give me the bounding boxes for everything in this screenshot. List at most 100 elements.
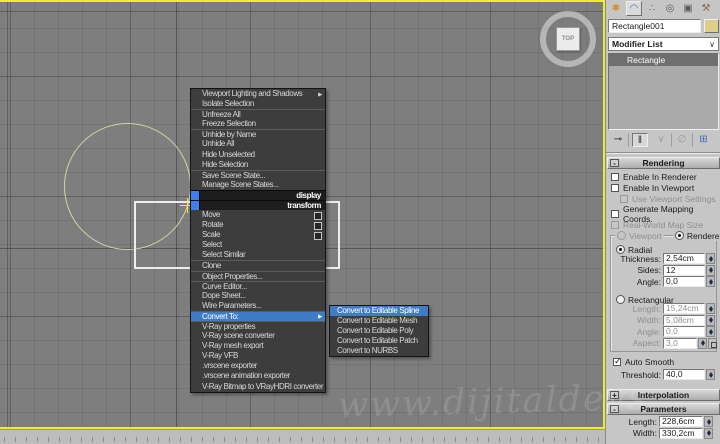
value-input[interactable]: 5,08cm xyxy=(663,315,705,326)
pivot-axis-icon xyxy=(187,198,188,213)
value-input[interactable]: 40,0 xyxy=(663,369,705,380)
make-unique-icon[interactable]: ∨ xyxy=(651,133,672,147)
value-input[interactable]: 12 xyxy=(663,265,705,276)
submenu-item-convert-to-editable-patch[interactable]: Convert to Editable Patch xyxy=(330,336,428,346)
menu-item-clone[interactable]: Clone xyxy=(191,260,325,270)
modifier-list-dropdown[interactable]: Modifier List ∨ xyxy=(608,37,719,51)
checkbox-generate-mapping-coords[interactable]: Generate Mapping Coords. xyxy=(611,208,720,219)
menu-item-curve-editor[interactable]: Curve Editor... xyxy=(191,281,325,291)
spinner-icon[interactable] xyxy=(706,369,715,380)
radial-fields: Thickness: 2,54cm Sides: 12 Angle: 0,0 xyxy=(606,253,720,288)
value-input[interactable]: 0,0 xyxy=(663,276,705,287)
spinner-icon[interactable] xyxy=(706,315,715,326)
tab-display[interactable]: ▣ xyxy=(680,1,696,16)
menu-item-select[interactable]: Select xyxy=(191,240,325,250)
show-end-result-icon[interactable]: ‖ xyxy=(632,133,648,147)
value-input[interactable]: 228,6cm xyxy=(659,416,703,427)
value-input[interactable]: 3,0 xyxy=(663,338,697,349)
remove-modifier-icon[interactable]: ∅ xyxy=(672,133,693,147)
spinner-icon[interactable] xyxy=(706,265,715,276)
menu-item-unhide-by-name[interactable]: Unhide by Name xyxy=(191,129,325,139)
tab-hierarchy[interactable]: ∴ xyxy=(644,1,660,16)
menu-item-vray-mesh-export[interactable]: V-Ray mesh export xyxy=(191,341,325,351)
submenu-item-convert-to-nurbs[interactable]: Convert to NURBS xyxy=(330,346,428,356)
collapse-icon[interactable]: - xyxy=(610,159,619,167)
tab-modify[interactable]: ◠ xyxy=(626,1,642,16)
checkbox-box-icon xyxy=(611,221,619,229)
checkbox-box-icon xyxy=(611,173,619,181)
tab-utilities[interactable]: ⚒ xyxy=(698,1,714,16)
checkbox-auto-smooth[interactable]: Auto Smooth xyxy=(613,356,674,367)
spinner-icon[interactable] xyxy=(704,428,713,439)
viewcube-top-face[interactable]: TOP xyxy=(556,27,580,51)
object-name-field[interactable]: Rectangle001 xyxy=(608,19,701,33)
checkbox-use-viewport-settings[interactable]: Use Viewport Settings xyxy=(620,193,720,204)
submenu-item-convert-to-editable-poly[interactable]: Convert to Editable Poly xyxy=(330,326,428,336)
menu-item-isolate-selection[interactable]: Isolate Selection xyxy=(191,99,325,109)
value-input[interactable]: 0,0 xyxy=(663,326,705,337)
stack-row-rectangle[interactable]: Rectangle xyxy=(609,54,718,66)
menu-item-hide-unselected[interactable]: Hide Unselected xyxy=(191,150,325,160)
menu-item-vray-bitmap-to-vrayhdri-converter[interactable]: V-Ray Bitmap to VRayHDRI converter xyxy=(191,382,325,392)
field-sides: Sides: 12 xyxy=(606,265,720,277)
menu-item-wire-parameters[interactable]: Wire Parameters... xyxy=(191,301,325,311)
menu-item-vrscene-exporter[interactable]: .vrscene exporter xyxy=(191,361,325,371)
menu-item-convert-to[interactable]: Convert To: xyxy=(191,311,325,321)
field-rect-length: Length: 15,24cm xyxy=(606,303,720,315)
menu-item-unfreeze-all[interactable]: Unfreeze All xyxy=(191,109,325,119)
menu-item-vray-scene-converter[interactable]: V-Ray scene converter xyxy=(191,331,325,341)
spinner-icon[interactable] xyxy=(706,303,715,314)
command-panel-tabs: ✱◠∴◎▣⚒ xyxy=(608,1,714,17)
pin-stack-icon[interactable]: ⊸ xyxy=(608,133,629,147)
menu-item-vray-properties[interactable]: V-Ray properties xyxy=(191,321,325,331)
quad-header-display[interactable]: display xyxy=(191,190,325,200)
menu-item-unhide-all[interactable]: Unhide All xyxy=(191,139,325,149)
configure-modifier-sets-icon[interactable]: ⊞ xyxy=(693,133,714,147)
quad-context-menu: Viewport Lighting and Shadows Isolate Se… xyxy=(190,88,326,393)
menu-item-hide-selection[interactable]: Hide Selection xyxy=(191,160,325,170)
menu-item-object-properties[interactable]: Object Properties... xyxy=(191,271,325,281)
checkbox-box-icon xyxy=(613,358,621,366)
menu-item-rotate[interactable]: Rotate xyxy=(191,220,325,230)
menu-item-move[interactable]: Move xyxy=(191,210,325,220)
spinner-icon[interactable] xyxy=(706,326,715,337)
radio-renderer[interactable]: Renderer xyxy=(673,230,720,241)
spinner-icon[interactable] xyxy=(706,253,715,264)
convert-to-submenu: Convert to Editable Spline Convert to Ed… xyxy=(329,305,429,357)
checkbox-box-icon xyxy=(611,210,619,218)
menu-item-vrscene-animation-exporter[interactable]: .vrscene animation exporter xyxy=(191,371,325,381)
modifier-stack-toolbar: ⊸‖∨∅⊞ xyxy=(608,132,719,148)
menu-item-save-scene-state[interactable]: Save Scene State... xyxy=(191,170,325,180)
value-input[interactable]: 330,2cm xyxy=(659,428,703,439)
spinner-icon[interactable] xyxy=(698,338,707,349)
menu-item-scale[interactable]: Scale xyxy=(191,230,325,240)
field-radial-angle: Angle: 0,0 xyxy=(606,276,720,288)
menu-item-dope-sheet[interactable]: Dope Sheet... xyxy=(191,291,325,301)
spinner-icon[interactable] xyxy=(704,416,713,427)
submenu-item-convert-to-editable-mesh[interactable]: Convert to Editable Mesh xyxy=(330,316,428,326)
submenu-item-convert-to-editable-spline[interactable]: Convert to Editable Spline xyxy=(330,306,428,316)
object-color-swatch[interactable] xyxy=(704,19,719,33)
tab-create[interactable]: ✱ xyxy=(608,1,624,16)
value-input[interactable]: 15,24cm xyxy=(663,303,705,314)
spinner-icon[interactable] xyxy=(706,276,715,287)
value-input[interactable]: 2,54cm xyxy=(663,253,705,264)
menu-item-freeze-selection[interactable]: Freeze Selection xyxy=(191,119,325,129)
quad-marker-icon xyxy=(191,201,200,210)
tab-motion[interactable]: ◎ xyxy=(662,1,678,16)
checkbox-box-icon xyxy=(611,184,619,192)
checkbox-enable-in-viewport[interactable]: Enable In Viewport xyxy=(611,182,720,193)
radio-circle-icon xyxy=(617,231,626,240)
field-thickness: Thickness: 2,54cm xyxy=(606,253,720,265)
lock-aspect-icon[interactable] xyxy=(708,338,717,349)
checkbox-enable-in-renderer[interactable]: Enable In Renderer xyxy=(611,171,720,182)
menu-item-select-similar[interactable]: Select Similar xyxy=(191,250,325,260)
menu-item-viewport-lighting-and-shadows[interactable]: Viewport Lighting and Shadows xyxy=(191,89,325,99)
viewcube[interactable]: TOP xyxy=(537,8,599,70)
track-bar[interactable] xyxy=(0,429,605,444)
menu-item-vray-vfb[interactable]: V-Ray VFB xyxy=(191,351,325,361)
radio-viewport[interactable]: Viewport xyxy=(615,230,664,241)
quad-header-transform[interactable]: transform xyxy=(191,200,325,210)
rollout-header-rendering[interactable]: - Rendering xyxy=(607,157,720,169)
menu-item-manage-scene-states[interactable]: Manage Scene States... xyxy=(191,180,325,190)
